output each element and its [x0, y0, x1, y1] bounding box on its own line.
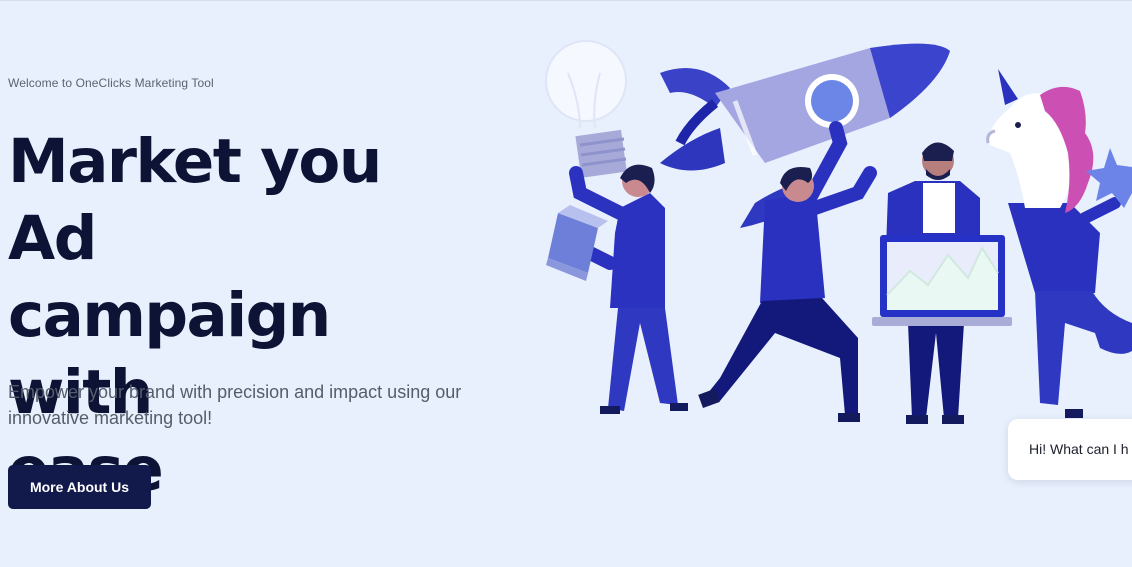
- hero-subtitle: Empower your brand with precision and im…: [8, 379, 508, 431]
- person-with-laptop: [872, 142, 1012, 424]
- chat-widget-bubble[interactable]: Hi! What can I h: [1008, 419, 1132, 480]
- hero-subtitle-line: Empower your brand with precision and im…: [8, 382, 462, 402]
- hero-subtitle-line: innovative marketing tool!: [8, 408, 213, 428]
- hero-section: Welcome to OneClicks Marketing Tool Mark…: [8, 1, 528, 567]
- hero-eyebrow: Welcome to OneClicks Marketing Tool: [8, 76, 214, 90]
- lightbulb-icon: [545, 40, 627, 178]
- more-about-us-button[interactable]: More About Us: [8, 465, 151, 509]
- person-dancing: [698, 121, 877, 422]
- hero-title-line: Market you Ad: [8, 126, 382, 274]
- unicorn-head-icon: [986, 69, 1094, 213]
- laptop-chart-icon: [872, 235, 1012, 326]
- chat-greeting: Hi! What can I h: [1029, 441, 1129, 457]
- person-with-unicorn: [986, 69, 1132, 418]
- cube-icon: [546, 205, 608, 281]
- hero-title: Market you Ad campaign with ease: [8, 123, 478, 508]
- person-holding-cube: [546, 164, 688, 414]
- hero-illustration: [545, 40, 1132, 424]
